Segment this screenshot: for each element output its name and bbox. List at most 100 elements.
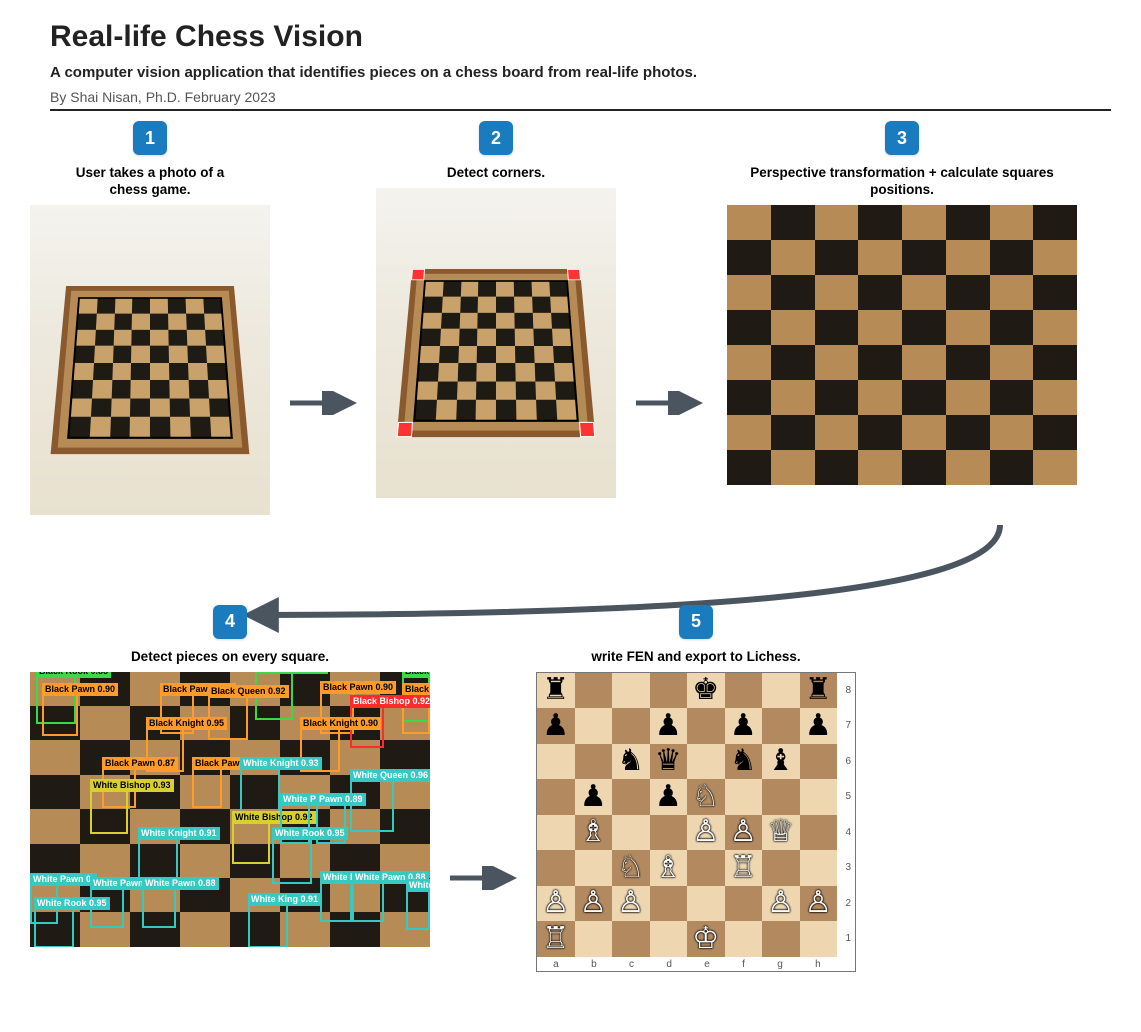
chess-piece: ♛ [655, 746, 682, 776]
lichess-square [650, 815, 688, 851]
lichess-square: ♖ [537, 921, 575, 957]
lichess-square [762, 850, 800, 886]
chess-piece: ♔ [692, 924, 719, 954]
detection-label: Black Rook [402, 672, 430, 678]
chess-piece: ♟ [580, 782, 607, 812]
step-badge-2: 2 [479, 121, 513, 155]
chess-piece: ♟ [730, 711, 757, 741]
arrow-2-3 [634, 391, 704, 415]
file-label: d [666, 959, 672, 970]
page-title: Real-life Chess Vision [50, 20, 1111, 54]
file-label: g [777, 959, 783, 970]
lichess-square: ♖ [725, 850, 763, 886]
lichess-square: ♛ [650, 744, 688, 780]
arrow-1-2 [288, 391, 358, 415]
detection-box: White Queen 0.96 [350, 780, 394, 832]
step-badge-3: 3 [885, 121, 919, 155]
lichess-square [800, 850, 838, 886]
chessboard-3 [727, 205, 1077, 485]
lichess-square: ♟ [725, 708, 763, 744]
detection-label: White Queen 0.96 [350, 769, 430, 782]
step1-image [30, 205, 270, 515]
lichess-square [687, 708, 725, 744]
chess-piece: ♘ [692, 782, 719, 812]
rank-label: 1 [845, 933, 851, 944]
lichess-square: ♙ [575, 886, 613, 922]
chess-piece: ♙ [617, 888, 644, 918]
lichess-square [800, 779, 838, 815]
detection-box: White Pawn 0.88 [320, 882, 352, 922]
step-caption-3: Perspective transformation + calculate s… [722, 165, 1082, 199]
lichess-square: ♕ [762, 815, 800, 851]
byline: By Shai Nisan, Ph.D. February 2023 [50, 89, 1111, 105]
step5-lichess-board: ♜♚♜♟♟♟♟♞♛♞♝♟♟♘♗♙♙♕♘♗♖♙♙♙♙♙♖♔ 87654321 ab… [536, 672, 856, 972]
lichess-square [800, 921, 838, 957]
lichess-square [575, 744, 613, 780]
corner-marker-tr [567, 269, 581, 280]
step-1: 1 User takes a photo of a chess game. [30, 121, 270, 515]
lichess-square [612, 815, 650, 851]
detection-label: White Bishop 0.93 [90, 779, 174, 792]
lichess-square [537, 744, 575, 780]
lichess-square [725, 886, 763, 922]
mini-chess-grid-2 [413, 280, 579, 421]
step-caption-2: Detect corners. [447, 165, 545, 182]
lichess-square: ♔ [687, 921, 725, 957]
chess-piece: ♙ [580, 888, 607, 918]
chess-piece: ♙ [542, 888, 569, 918]
detection-label: White Pawn 0.88 [142, 877, 219, 890]
chess-piece: ♟ [805, 711, 832, 741]
lichess-square [762, 708, 800, 744]
lichess-square: ♙ [725, 815, 763, 851]
detection-label: Black Bishop 0.92 [350, 695, 430, 708]
chess-piece: ♞ [730, 746, 757, 776]
step-badge-1: 1 [133, 121, 167, 155]
lichess-square [687, 886, 725, 922]
detection-label: Black Rook 0.85 [36, 672, 111, 678]
chess-piece: ♚ [692, 675, 719, 705]
step-caption-4: Detect pieces on every square. [131, 649, 329, 666]
detection-label: Pawn 0.89 [316, 793, 366, 806]
lichess-square: ♟ [650, 779, 688, 815]
lichess-square: ♘ [687, 779, 725, 815]
lichess-square: ♞ [725, 744, 763, 780]
lichess-square: ♙ [537, 886, 575, 922]
step-4: 4 Detect pieces on every square. Black R… [30, 605, 430, 947]
detection-box: White Knight 0.93 [240, 768, 280, 814]
rank-label: 2 [845, 898, 851, 909]
rank-label: 5 [845, 791, 851, 802]
step2-image [376, 188, 616, 498]
detection-box: White Bishop 0.93 [90, 790, 128, 834]
lichess-square [575, 673, 613, 709]
lichess-square [575, 850, 613, 886]
corner-marker-tl [411, 269, 425, 280]
step-badge-4: 4 [213, 605, 247, 639]
mini-chess-grid [67, 297, 233, 438]
detection-label: White King 0.91 [248, 893, 321, 906]
chess-piece: ♟ [542, 711, 569, 741]
lichess-square [650, 673, 688, 709]
detection-label: White Pawn 0. [30, 873, 97, 886]
chess-piece: ♘ [617, 853, 644, 883]
step-5: 5 write FEN and export to Lichess. ♜♚♜♟♟… [536, 605, 856, 972]
lichess-ranks: 87654321 [845, 673, 851, 957]
step-caption-5: write FEN and export to Lichess. [591, 649, 800, 666]
chess-piece: ♗ [655, 853, 682, 883]
step4-image: Black Rook 0.85Black Pawn 0.90Black Pawn… [30, 672, 430, 947]
lichess-square: ♞ [612, 744, 650, 780]
detection-box: White Pawn 0.88 [352, 882, 384, 922]
chess-piece: ♖ [542, 924, 569, 954]
lichess-square [762, 673, 800, 709]
lichess-square [650, 886, 688, 922]
flow-row-2: 4 Detect pieces on every square. Black R… [30, 605, 1111, 972]
lichess-square [762, 921, 800, 957]
lichess-square: ♗ [650, 850, 688, 886]
lichess-square [612, 779, 650, 815]
chess-piece: ♝ [767, 746, 794, 776]
lichess-square: ♙ [687, 815, 725, 851]
detection-box: White Bishop 0.92 [232, 822, 270, 864]
chess-piece: ♙ [730, 817, 757, 847]
flow-row-1: 1 User takes a photo of a chess game. 2 … [50, 121, 1111, 515]
lichess-square: ♘ [612, 850, 650, 886]
detection-label: Black Pawn 0.90 [320, 681, 396, 694]
